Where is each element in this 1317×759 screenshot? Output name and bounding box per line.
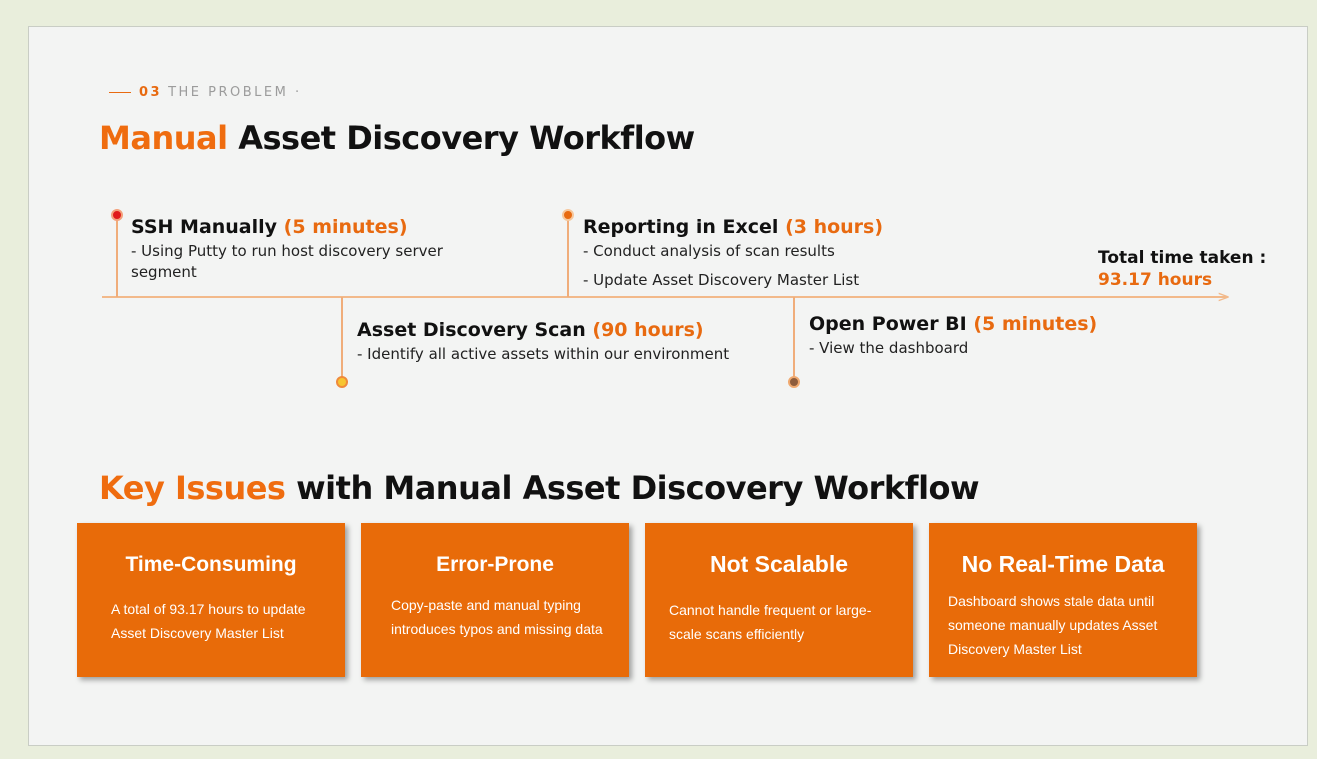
timeline-connector-3 (567, 215, 569, 297)
page-title-rest: Asset Discovery Workflow (238, 119, 695, 157)
issue-card-title: Error-Prone (436, 553, 554, 576)
issue-card-desc-line: Copy-paste and manual typing (391, 597, 581, 613)
issue-card-desc: A total of 93.17 hours to update Asset D… (111, 597, 306, 645)
section-label: 03 THE PROBLEM · (109, 85, 302, 100)
step-3-time: (3 hours) (785, 216, 884, 238)
issue-card-desc-line: Dashboard shows stale data until (948, 593, 1155, 609)
issue-card-not-scalable: Not Scalable Cannot handle frequent or l… (645, 523, 913, 677)
timeline-step-3-line-1: - Conduct analysis of scan results (583, 242, 835, 260)
issue-card-time-consuming: Time-Consuming A total of 93.17 hours to… (77, 523, 345, 677)
step-4-time: (5 minutes) (973, 313, 1098, 335)
issue-card-desc: Copy-paste and manual typing introduces … (391, 593, 603, 641)
issue-card-desc-line: A total of 93.17 hours to update (111, 601, 306, 617)
timeline-step-2-line-1: - Identify all active assets within our … (357, 345, 730, 363)
timeline-step-4-line-1: - View the dashboard (809, 339, 969, 357)
page-title: Manual Asset Discovery Workflow (99, 119, 695, 157)
step-1-name: SSH Manually (131, 216, 278, 238)
step-2-name: Asset Discovery Scan (357, 319, 586, 341)
timeline-step-3-title: Reporting in Excel (3 hours) (583, 216, 883, 238)
issue-card-desc-line: Asset Discovery Master List (111, 625, 284, 641)
issue-card-desc: Cannot handle frequent or large- scale s… (669, 598, 871, 646)
section-text: THE PROBLEM · (168, 85, 302, 100)
timeline-step-1-line-1: - Using Putty to run host discovery serv… (131, 242, 443, 260)
issue-card-desc: Dashboard shows stale data until someone… (948, 589, 1157, 661)
timeline-axis (102, 296, 1227, 298)
timeline-connector-4 (793, 297, 795, 381)
timeline-dot-2 (336, 376, 348, 388)
step-2-time: (90 hours) (592, 319, 704, 341)
issue-card-desc-line: scale scans efficiently (669, 626, 805, 642)
timeline-connector-1 (116, 215, 118, 297)
timeline-step-3-line-2: - Update Asset Discovery Master List (583, 271, 860, 289)
slide: 03 THE PROBLEM · Manual Asset Discovery W… (28, 26, 1308, 746)
issue-card-desc-line: Cannot handle frequent or large- (669, 602, 872, 618)
total-time-value: 93.17 hours (1098, 270, 1212, 290)
issue-card-title: Not Scalable (709, 551, 849, 577)
issue-card-desc-line: introduces typos and missing data (391, 621, 603, 637)
timeline-connector-2 (341, 297, 343, 381)
section-number: 03 (139, 85, 163, 100)
total-time-label: Total time taken : (1098, 248, 1267, 268)
issue-card-desc-line: Discovery Master List (948, 641, 1082, 657)
timeline-arrow-icon: > (1217, 287, 1231, 306)
step-4-name: Open Power BI (809, 313, 967, 335)
timeline-dot-4 (788, 376, 800, 388)
step-3-name: Reporting in Excel (583, 216, 779, 238)
issues-title-accent: Key Issues (99, 469, 286, 507)
total-hours: 93.17 hours (1098, 270, 1213, 290)
timeline-dot-1 (111, 209, 123, 221)
issue-card-no-real-time-data: No Real-Time Data Dashboard shows stale … (929, 523, 1197, 677)
timeline-step-4-title: Open Power BI (5 minutes) (809, 313, 1097, 335)
issue-card-error-prone: Error-Prone Copy-paste and manual typing… (361, 523, 629, 677)
issue-card-title: No Real-Time Data (961, 551, 1165, 577)
issue-card-desc-line: someone manually updates Asset (948, 617, 1158, 633)
timeline-step-1-title: SSH Manually (5 minutes) (131, 216, 408, 238)
issues-title-rest: with Manual Asset Discovery Workflow (296, 469, 980, 507)
section-dash (109, 92, 131, 93)
timeline-step-2-title: Asset Discovery Scan (90 hours) (357, 319, 704, 341)
timeline-dot-3 (562, 209, 574, 221)
step-1-time: (5 minutes) (283, 216, 408, 238)
timeline-step-1-line-2: segment (131, 263, 197, 281)
page-title-accent: Manual (99, 119, 228, 157)
issue-card-title: Time-Consuming (125, 553, 297, 576)
issues-title: Key Issues with Manual Asset Discovery W… (99, 469, 980, 507)
